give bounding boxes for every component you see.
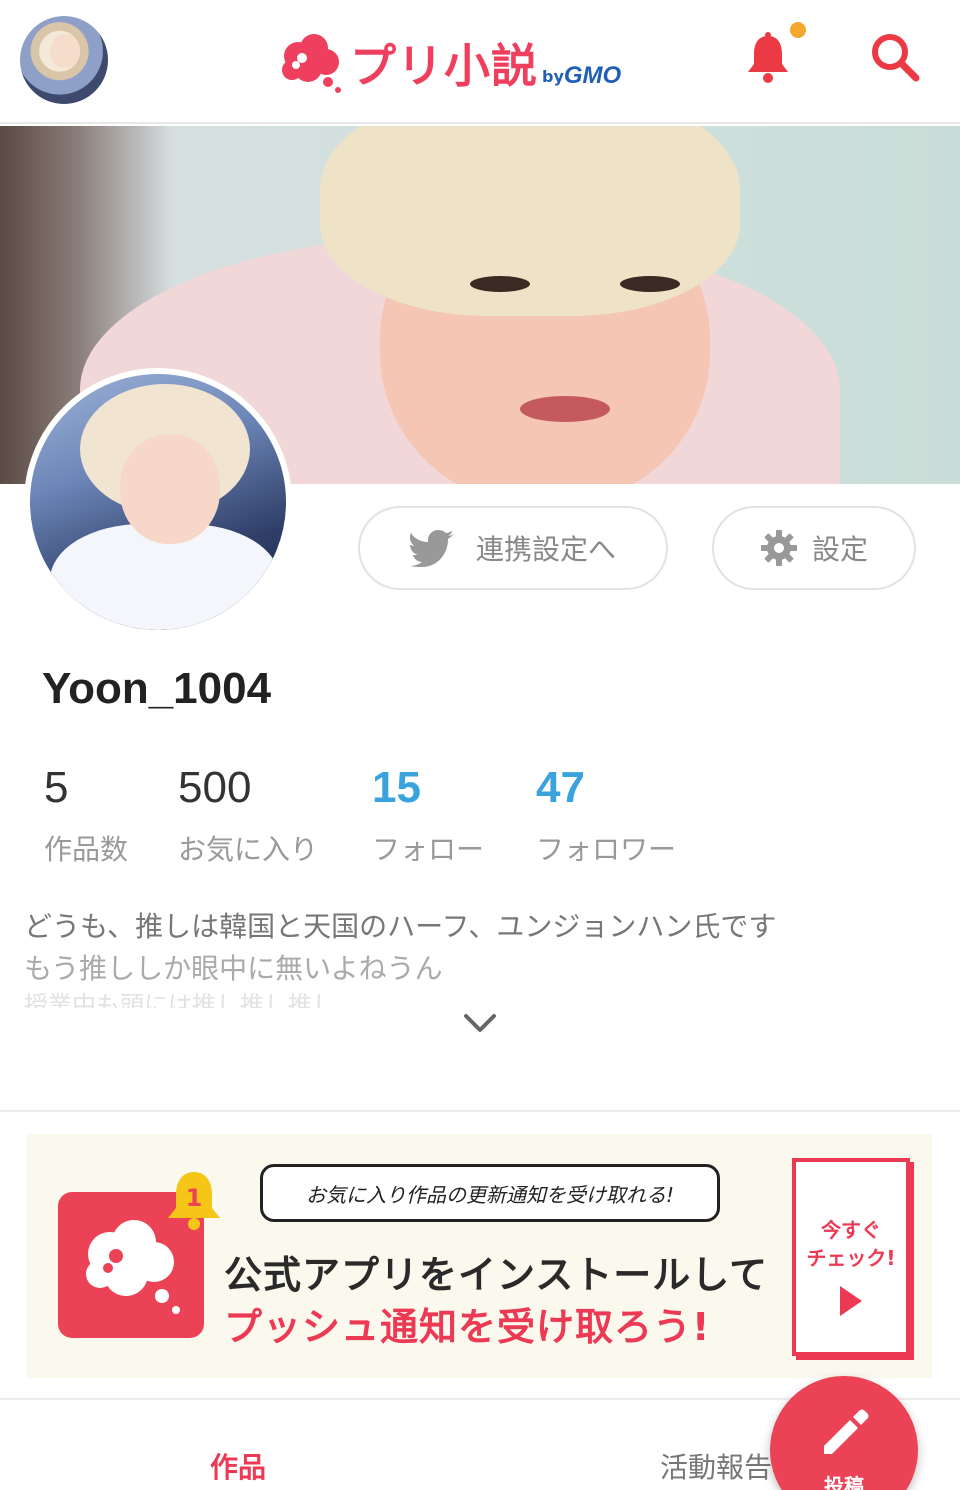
stat-works[interactable]: 5 作品数	[44, 760, 128, 868]
cover-eye-left	[470, 276, 530, 292]
stat-following[interactable]: 15 フォロー	[372, 760, 484, 868]
stat-followers-value: 47	[536, 763, 585, 812]
badge-count: 1	[186, 1184, 203, 1212]
app-logo[interactable]: プリ小説 by GMO	[278, 30, 621, 96]
link-button-label: 連携設定へ	[475, 533, 616, 566]
settings-button[interactable]: 設定	[712, 506, 916, 590]
speech-bubble: お気に入り作品の更新通知を受け取れる!	[260, 1164, 720, 1222]
stat-following-label: フォロー	[372, 833, 485, 866]
cloud-logo-icon	[282, 34, 341, 93]
play-icon	[840, 1286, 862, 1316]
settings-button-label: 設定	[811, 533, 868, 566]
bell-icon[interactable]	[740, 30, 796, 86]
header-avatar[interactable]	[20, 16, 108, 104]
app-header: プリ小説 by GMO	[0, 0, 960, 124]
twitter-bird-icon	[409, 530, 454, 567]
pencil-icon	[824, 1409, 869, 1454]
stat-works-label: 作品数	[44, 833, 129, 866]
bio-line-3: 授業中も頭には推し推し推し	[24, 991, 336, 1008]
logo-text: プリ小説	[350, 39, 538, 93]
logo-by: by	[542, 67, 564, 86]
check-now-label: 今すぐ チェック!	[806, 1218, 896, 1270]
stat-followers[interactable]: 47 フォロワー	[536, 760, 676, 868]
avatar-face	[120, 434, 220, 544]
post-fab-button[interactable]: 投稿	[770, 1376, 918, 1490]
tab-works[interactable]: 作品	[210, 1446, 266, 1486]
cover-mouth	[520, 396, 610, 422]
stat-favorites[interactable]: 500 お気に入り	[178, 760, 318, 868]
stat-favorites-value: 500	[178, 763, 252, 812]
bio-line-1: どうも、推しは韓国と天国のハーフ、ユンジョンハン氏です	[24, 910, 777, 943]
search-icon[interactable]	[868, 30, 924, 86]
stat-followers-label: フォロワー	[536, 833, 677, 866]
bell-badge-icon: 1	[168, 1172, 220, 1230]
chevron-down-icon[interactable]	[462, 1010, 498, 1038]
stat-following-value: 15	[372, 763, 421, 812]
app-install-banner[interactable]: 1 お気に入り作品の更新通知を受け取れる! 公式アプリをインストールして プッシ…	[26, 1134, 932, 1378]
username: Yoon_1004	[42, 664, 272, 713]
notification-dot	[790, 22, 806, 38]
stat-favorites-label: お気に入り	[178, 833, 319, 866]
gear-icon	[760, 530, 797, 566]
bio-line-2: もう推ししか眼中に無いよねうん	[24, 952, 443, 985]
check-now-button[interactable]: 今すぐ チェック!	[792, 1158, 910, 1356]
stat-works-value: 5	[44, 763, 69, 812]
banner-headline: 公式アプリをインストールして	[224, 1253, 769, 1297]
twitter-link-settings-button[interactable]: 連携設定へ	[358, 506, 668, 590]
fab-label: 投稿	[824, 1474, 864, 1490]
profile-bio: どうも、推しは韓国と天国のハーフ、ユンジョンハン氏です もう推ししか眼中に無いよ…	[24, 906, 924, 1008]
cover-eye-right	[620, 276, 680, 292]
profile-avatar[interactable]	[24, 368, 292, 636]
section-divider	[0, 1110, 960, 1112]
banner-subheadline: プッシュ通知を受け取ろう!	[224, 1305, 711, 1349]
cover-hair	[320, 126, 740, 316]
tab-activity[interactable]: 活動報告	[660, 1446, 772, 1486]
logo-gmo: GMO	[563, 62, 622, 89]
